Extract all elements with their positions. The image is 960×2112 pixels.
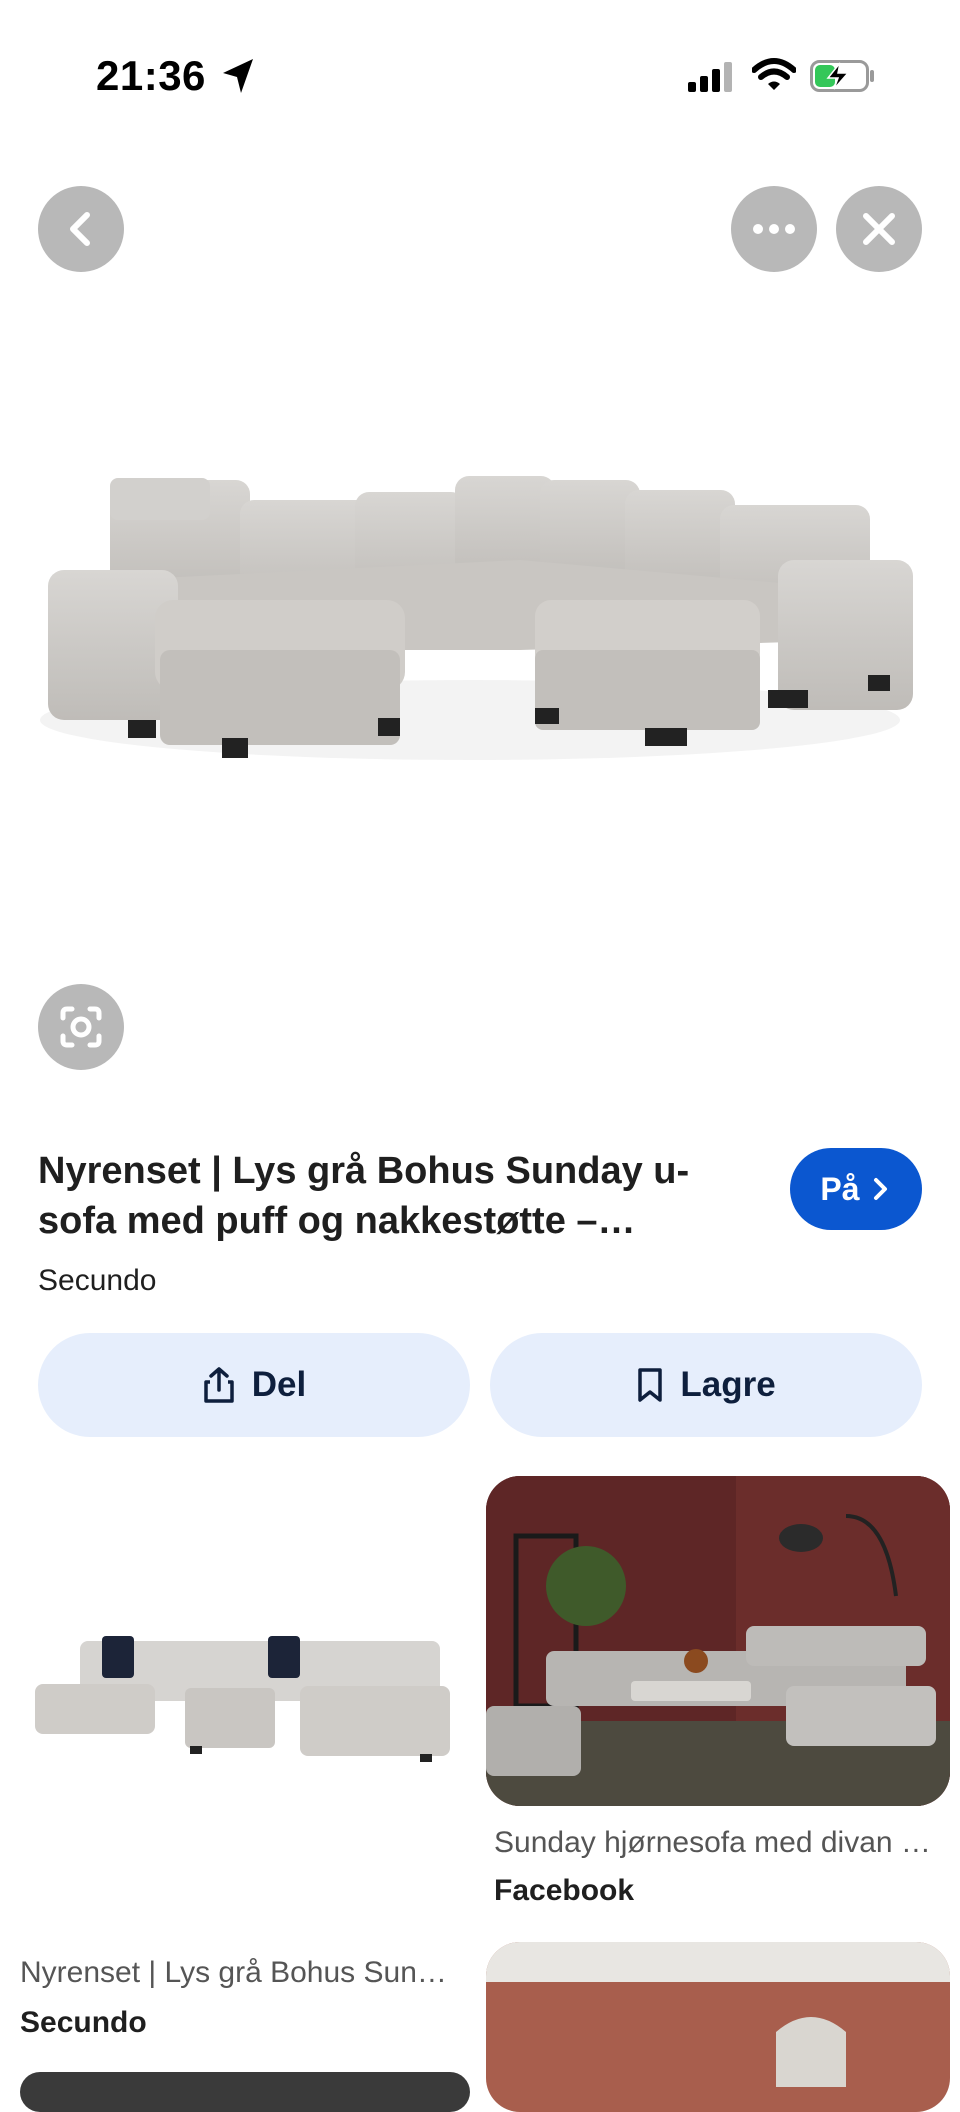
bookmark-icon (638, 1368, 663, 1402)
related-title-1[interactable]: Nyrenset | Lys grå Bohus Sunday u-sofa m… (20, 1956, 450, 1990)
status-time: 21:36 (96, 52, 206, 99)
cellular-signal-icon (688, 62, 732, 92)
related-thumb-1[interactable] (0, 1476, 470, 1946)
related-sofa-image-1 (35, 1636, 450, 1762)
related-room-image-2 (486, 1476, 950, 1806)
related-source-2: Facebook (494, 1874, 635, 1907)
share-label: Del (251, 1365, 307, 1404)
more-options-button[interactable] (731, 186, 817, 272)
visit-button[interactable]: På (790, 1148, 922, 1230)
close-icon (863, 213, 895, 245)
save-label: Lagre (680, 1365, 776, 1404)
chevron-right-icon (873, 1178, 887, 1200)
wifi-icon (752, 58, 796, 90)
result-title[interactable]: Nyrenset | Lys grå Bohus Sunday u-sofa m… (38, 1146, 758, 1246)
related-title-2[interactable]: Sunday hjørnesofa med divan og puff (494, 1826, 934, 1860)
visit-label: På (820, 1170, 860, 1207)
related-thumb-3[interactable] (20, 2072, 470, 2112)
location-arrow-icon (223, 59, 253, 93)
related-thumb-2[interactable] (486, 1476, 950, 1806)
more-horizontal-icon (753, 224, 795, 234)
close-button[interactable] (836, 186, 922, 272)
related-room-image-4 (486, 1942, 950, 2087)
hero-image[interactable] (0, 180, 960, 1080)
lens-search-icon (60, 1006, 102, 1048)
related-source-1: Secundo (20, 2006, 147, 2039)
result-source: Secundo (38, 1264, 157, 1297)
back-button[interactable] (38, 186, 124, 272)
save-button[interactable]: Lagre (490, 1333, 922, 1437)
chevron-left-icon (70, 212, 90, 246)
sofa-illustration (40, 476, 913, 760)
share-button[interactable]: Del (38, 1333, 470, 1437)
battery-charging-icon (810, 60, 874, 92)
share-icon (204, 1367, 234, 1403)
lens-search-button[interactable] (38, 984, 124, 1070)
